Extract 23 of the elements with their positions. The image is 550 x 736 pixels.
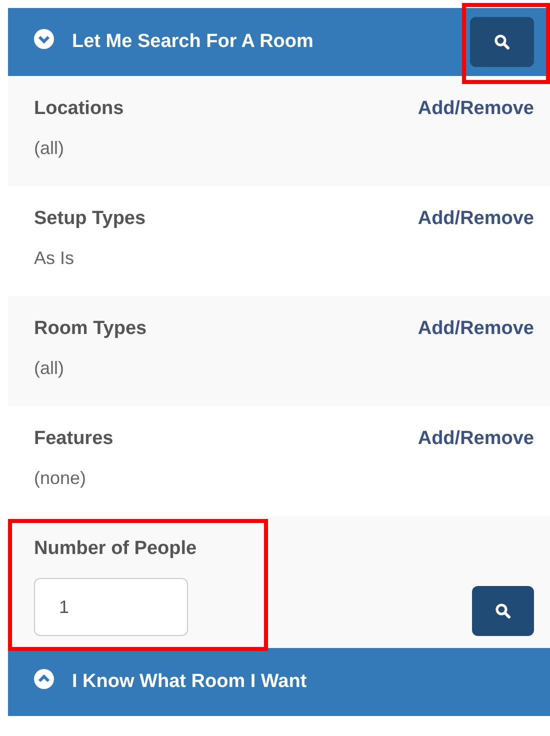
add-remove-link[interactable]: Add/Remove xyxy=(418,428,534,450)
search-button[interactable] xyxy=(472,586,534,636)
filter-value: (all) xyxy=(34,138,65,159)
filter-value: (none) xyxy=(34,468,88,489)
filter-value: (all) xyxy=(34,358,65,379)
filter-label: Features xyxy=(34,428,114,450)
people-input-field[interactable]: 1 xyxy=(34,578,188,636)
filter-label: Room Types xyxy=(34,318,147,340)
search-icon xyxy=(495,603,511,619)
panel-title: I Know What Room I Want xyxy=(72,671,308,693)
search-button[interactable] xyxy=(470,17,534,67)
filter-value: As Is xyxy=(34,248,76,269)
search-icon xyxy=(494,34,510,50)
add-remove-link[interactable]: Add/Remove xyxy=(418,318,534,340)
panel-title: Let Me Search For A Room xyxy=(72,31,314,53)
add-remove-link[interactable]: Add/Remove xyxy=(418,208,534,230)
panel-header[interactable]: I Know What Room I Want xyxy=(8,648,550,716)
filter-label: Locations xyxy=(34,98,124,120)
add-remove-link[interactable]: Add/Remove xyxy=(418,98,534,120)
chevron-up-icon xyxy=(34,669,54,689)
filter-label: Setup Types xyxy=(34,208,146,230)
field-label: Number of People xyxy=(34,538,197,560)
chevron-down-icon xyxy=(34,29,54,49)
